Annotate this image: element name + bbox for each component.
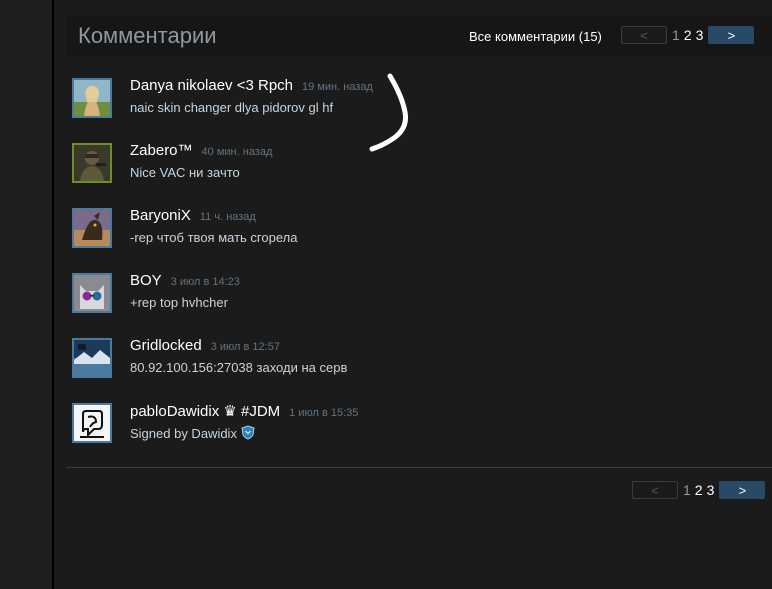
comment-author[interactable]: BaryoniX	[130, 207, 191, 224]
avatar[interactable]	[72, 403, 112, 443]
page-1: 1	[683, 482, 691, 498]
page-3-link[interactable]: 3	[707, 482, 715, 498]
comment-text: naic skin changer dlya pidorov gl hf	[130, 100, 334, 115]
left-gutter	[0, 0, 54, 589]
comment-timestamp: 19 мин. назад	[302, 81, 373, 93]
comment-text: 80.92.100.156:27038 заходи на серв	[130, 360, 348, 375]
avatar[interactable]	[72, 143, 112, 183]
page-3-link[interactable]: 3	[696, 27, 704, 43]
avatar[interactable]	[72, 273, 112, 313]
comment-timestamp: 11 ч. назад	[199, 211, 256, 223]
all-comments-link[interactable]: Все комментарии (15)	[469, 29, 602, 44]
avatar-soldier-image	[74, 145, 110, 181]
comment-timestamp: 1 июл в 15:35	[289, 407, 359, 419]
comment-author[interactable]: Danya nikolaev <3 Rpch	[130, 77, 293, 94]
author-line: BaryoniX 11 ч. назад	[130, 207, 256, 224]
comment-timestamp: 40 мин. назад	[201, 146, 273, 158]
avatar-girl-image	[74, 80, 110, 116]
prev-page-button[interactable]: <	[632, 481, 678, 499]
comment-item: Danya nikolaev <3 Rpch 19 мин. назад nai…	[72, 77, 752, 133]
page-1: 1	[672, 27, 680, 43]
author-line: BOY 3 июл в 14:23	[130, 272, 240, 289]
avatar-landscape-image	[74, 340, 110, 376]
avatar[interactable]	[72, 78, 112, 118]
comment-text-body: Signed by Dawidix	[130, 426, 237, 441]
comment-item: Gridlocked 3 июл в 12:57 80.92.100.156:2…	[72, 337, 752, 393]
comments-title: Комментарии	[78, 23, 217, 48]
prev-page-button[interactable]: <	[621, 26, 667, 44]
comments-divider	[66, 467, 772, 468]
avatar-creature-image	[74, 210, 110, 246]
avatar-cat-image	[74, 275, 110, 311]
comment-item: BaryoniX 11 ч. назад -rep чтоб твоя мать…	[72, 207, 752, 263]
author-line: Zabero™ 40 мин. назад	[130, 142, 272, 159]
comment-timestamp: 3 июл в 12:57	[210, 341, 280, 353]
avatar[interactable]	[72, 208, 112, 248]
avatar[interactable]	[72, 338, 112, 378]
comments-panel: Комментарии Все комментарии (15) < 1 2 3…	[56, 0, 772, 589]
page-2-link[interactable]: 2	[695, 482, 703, 498]
page-2-link[interactable]: 2	[684, 27, 692, 43]
next-page-button[interactable]: >	[708, 26, 755, 44]
page-numbers: 1 2 3	[682, 482, 715, 498]
comment-author[interactable]: Zabero™	[130, 142, 193, 159]
comment-item: Zabero™ 40 мин. назад Nice VAC ни зачто	[72, 142, 752, 198]
bottom-pager: < 1 2 3 >	[632, 481, 766, 499]
comments-header: Комментарии Все комментарии (15) < 1 2 3…	[66, 16, 772, 56]
comment-text: -rep чтоб твоя мать сгорела	[130, 230, 298, 245]
comment-text: Signed by Dawidix	[130, 425, 255, 441]
author-line: Danya nikolaev <3 Rpch 19 мин. назад	[130, 77, 373, 94]
comment-text: Nice VAC ни зачто	[130, 165, 240, 180]
comment-author[interactable]: Gridlocked	[130, 337, 202, 354]
comment-text: +rep top hvhcher	[130, 295, 228, 310]
shield-emoticon-icon	[241, 425, 255, 440]
comment-author[interactable]: pabloDawidix ♛ #JDM	[130, 402, 280, 420]
author-line: pabloDawidix ♛ #JDM 1 июл в 15:35	[130, 402, 358, 420]
comment-timestamp: 3 июл в 14:23	[170, 276, 240, 288]
top-pager: < 1 2 3 >	[621, 26, 755, 44]
author-line: Gridlocked 3 июл в 12:57	[130, 337, 280, 354]
comment-item: pabloDawidix ♛ #JDM 1 июл в 15:35 Signed…	[72, 402, 752, 458]
next-page-button[interactable]: >	[719, 481, 766, 499]
page-numbers: 1 2 3	[671, 27, 704, 43]
comment-author[interactable]: BOY	[130, 272, 162, 289]
avatar-logo-image	[74, 405, 110, 441]
comment-item: BOY 3 июл в 14:23 +rep top hvhcher	[72, 272, 752, 328]
